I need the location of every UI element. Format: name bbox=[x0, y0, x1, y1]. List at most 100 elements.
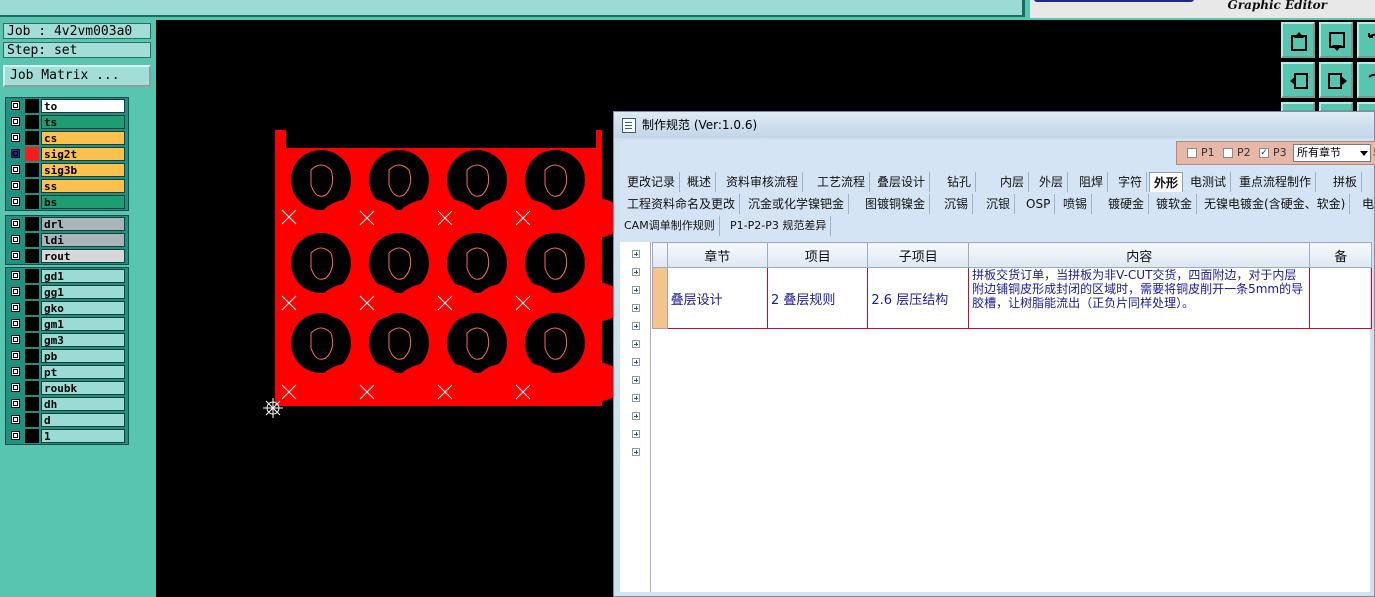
layer-name[interactable]: ts bbox=[41, 115, 125, 129]
layer-name[interactable]: gm3 bbox=[41, 333, 125, 347]
column-header[interactable]: 项目 bbox=[766, 242, 869, 268]
layer-checkbox[interactable] bbox=[11, 287, 20, 296]
layer-name[interactable]: dh bbox=[41, 397, 125, 411]
layer-checkbox[interactable] bbox=[11, 271, 20, 280]
layer-checkbox[interactable] bbox=[11, 165, 20, 174]
layer-row-ldi[interactable]: ldi bbox=[6, 232, 128, 248]
layer-row-roubk[interactable]: roubk bbox=[6, 380, 128, 396]
layer-row-gd1[interactable]: gd1 bbox=[6, 268, 128, 284]
tab-tabs_row2-6[interactable]: 喷锡 bbox=[1059, 194, 1093, 214]
expand-icon[interactable] bbox=[632, 304, 640, 312]
tab-tabs_row1-5[interactable]: 钻孔 bbox=[943, 172, 977, 192]
layer-checkbox[interactable] bbox=[11, 367, 20, 376]
chapter-select[interactable]: 所有章节 bbox=[1293, 144, 1371, 162]
layer-checkbox[interactable] bbox=[11, 415, 20, 424]
tab-tabs_row2-0[interactable]: 工程资料命名及更改 bbox=[623, 194, 741, 214]
dialog-titlebar[interactable]: 制作规范 (Ver:1.0.6) bbox=[614, 112, 1374, 138]
layer-row-ts[interactable]: ts bbox=[6, 114, 128, 130]
layer-row-d[interactable]: d bbox=[6, 412, 128, 428]
layer-name[interactable]: gg1 bbox=[41, 285, 125, 299]
tab-tabs_row1-12[interactable]: 重点流程制作 bbox=[1235, 172, 1317, 192]
layer-checkbox[interactable] bbox=[11, 335, 20, 344]
layer-checkbox[interactable] bbox=[11, 219, 20, 228]
layer-row-gko[interactable]: gko bbox=[6, 300, 128, 316]
expand-icon[interactable] bbox=[632, 322, 640, 330]
tab-tabs_row1-13[interactable]: 拼板 bbox=[1329, 172, 1363, 192]
layer-checkbox[interactable] bbox=[11, 235, 20, 244]
tab-tabs_row2-5[interactable]: OSP bbox=[1022, 194, 1056, 214]
tab-tabs_row1-8[interactable]: 阻焊 bbox=[1075, 172, 1109, 192]
expand-icon[interactable] bbox=[632, 250, 640, 258]
layer-row-pt[interactable]: pt bbox=[6, 364, 128, 380]
expand-icon[interactable] bbox=[632, 286, 640, 294]
tab-tabs_row3-1[interactable]: P1-P2-P3 规范差异 bbox=[726, 216, 832, 236]
layer-row-gm1[interactable]: gm1 bbox=[6, 316, 128, 332]
table-row[interactable]: 叠层设计 2 叠层规则 2.6 层压结构 拼板交货订单，当拼板为非V-CUT交货，四面… bbox=[652, 267, 1372, 329]
layer-row-pb[interactable]: pb bbox=[6, 348, 128, 364]
tab-tabs_row1-1[interactable]: 概述 bbox=[683, 172, 717, 192]
tab-tabs_row2-1[interactable]: 沉金或化学镍钯金 bbox=[744, 194, 850, 214]
layer-row-sig2t[interactable]: sig2t bbox=[6, 146, 128, 162]
tab-tabs_row2-9[interactable]: 无镍电镀金(含硬金、软金) bbox=[1200, 194, 1351, 214]
column-header[interactable]: 章节 bbox=[666, 242, 768, 268]
p3-checkbox[interactable]: ✓ bbox=[1259, 148, 1269, 158]
tab-tabs_row1-9[interactable]: 字符 bbox=[1114, 172, 1148, 192]
expand-icon[interactable] bbox=[632, 394, 640, 402]
layer-checkbox[interactable] bbox=[11, 251, 20, 260]
tab-tabs_row1-4[interactable]: 叠层设计 bbox=[873, 172, 931, 192]
layer-row-rout[interactable]: rout bbox=[6, 248, 128, 264]
undo-tool-button[interactable] bbox=[1357, 22, 1375, 58]
rotate-tool-button[interactable] bbox=[1357, 62, 1375, 98]
tab-tabs_row1-10[interactable]: 外形 bbox=[1149, 172, 1184, 192]
tab-tabs_row2-8[interactable]: 镀软金 bbox=[1152, 194, 1198, 214]
tab-tabs_row2-4[interactable]: 沉银 bbox=[982, 194, 1016, 214]
layer-name[interactable]: gko bbox=[41, 301, 125, 315]
layer-name[interactable]: 1 bbox=[41, 429, 125, 443]
layer-name[interactable]: gd1 bbox=[41, 269, 125, 283]
column-header[interactable]: 内容 bbox=[968, 242, 1311, 268]
layer-name[interactable]: cs bbox=[41, 131, 125, 145]
layer-row-sig3b[interactable]: sig3b bbox=[6, 162, 128, 178]
layer-checkbox[interactable] bbox=[11, 101, 20, 110]
layer-row-gg1[interactable]: gg1 bbox=[6, 284, 128, 300]
move-out-tool-button[interactable] bbox=[1319, 62, 1353, 98]
layer-row-1[interactable]: 1 bbox=[6, 428, 128, 444]
layer-checkbox[interactable] bbox=[11, 351, 20, 360]
expand-icon[interactable] bbox=[632, 268, 640, 276]
column-header[interactable]: 子项目 bbox=[867, 242, 970, 268]
tab-tabs_row1-7[interactable]: 外层 bbox=[1035, 172, 1069, 192]
layer-checkbox[interactable] bbox=[11, 197, 20, 206]
expand-icon[interactable] bbox=[632, 430, 640, 438]
tab-tabs_row2-10[interactable]: 电 bbox=[1358, 194, 1375, 214]
layer-checkbox[interactable] bbox=[11, 431, 20, 440]
tab-tabs_row1-6[interactable]: 内层 bbox=[996, 172, 1030, 192]
layer-name[interactable]: d bbox=[41, 413, 125, 427]
tab-tabs_row1-0[interactable]: 更改记录 bbox=[623, 172, 681, 192]
tab-tabs_row2-7[interactable]: 镀硬金 bbox=[1104, 194, 1150, 214]
tab-tabs_row2-3[interactable]: 沉锡 bbox=[940, 194, 974, 214]
layer-name[interactable]: bs bbox=[41, 195, 125, 209]
layer-row-dh[interactable]: dh bbox=[6, 396, 128, 412]
expand-icon[interactable] bbox=[632, 340, 640, 348]
layer-row-ss[interactable]: ss bbox=[6, 178, 128, 194]
expand-icon[interactable] bbox=[632, 358, 640, 366]
layer-checkbox[interactable] bbox=[11, 383, 20, 392]
layer-row-gm3[interactable]: gm3 bbox=[6, 332, 128, 348]
layer-row-to[interactable]: to bbox=[6, 98, 128, 114]
expand-icon[interactable] bbox=[632, 376, 640, 384]
layer-checkbox[interactable] bbox=[11, 303, 20, 312]
layer-row-bs[interactable]: bs bbox=[6, 194, 128, 210]
layer-checkbox[interactable] bbox=[11, 133, 20, 142]
p1-checkbox[interactable] bbox=[1187, 148, 1197, 158]
layer-checkbox[interactable] bbox=[11, 149, 20, 158]
layer-name[interactable]: gm1 bbox=[41, 317, 125, 331]
layer-checkbox[interactable] bbox=[11, 181, 20, 190]
layer-name[interactable]: pt bbox=[41, 365, 125, 379]
tab-tabs_row1-11[interactable]: 电测试 bbox=[1186, 172, 1232, 192]
layer-name[interactable]: pb bbox=[41, 349, 125, 363]
upload-tool-button[interactable] bbox=[1281, 22, 1315, 58]
layer-row-drl[interactable]: drl bbox=[6, 216, 128, 232]
layer-checkbox[interactable] bbox=[11, 399, 20, 408]
tab-tabs_row1-2[interactable]: 资料审核流程 bbox=[722, 172, 804, 192]
layer-name[interactable]: rout bbox=[41, 249, 125, 263]
